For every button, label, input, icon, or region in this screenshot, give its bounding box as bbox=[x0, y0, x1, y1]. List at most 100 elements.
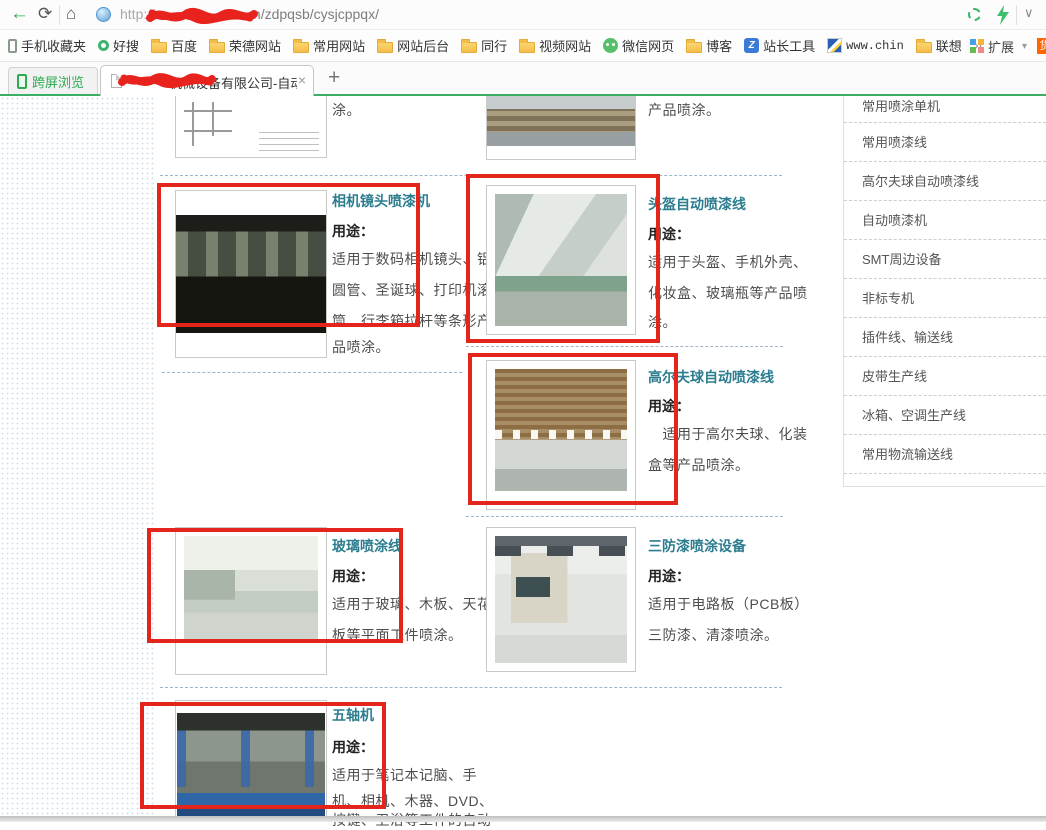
bookmark-wechat-web[interactable]: 微信网页 bbox=[603, 36, 674, 55]
cross-screen-label: 跨屏浏览 bbox=[32, 72, 84, 91]
sidebar-item-auto-paint-machines[interactable]: 自动喷漆机 bbox=[844, 201, 1046, 240]
folder-icon bbox=[377, 42, 393, 53]
bookmark-folder-common-sites[interactable]: 常用网站 bbox=[293, 36, 365, 55]
chevron-down-icon[interactable]: ∨ bbox=[1024, 5, 1034, 21]
site-favicon bbox=[827, 38, 842, 53]
folder-icon bbox=[519, 42, 535, 53]
bookmark-folder-video-sites[interactable]: 视频网站 bbox=[519, 36, 591, 55]
bookmark-label: 网站后台 bbox=[397, 36, 449, 55]
refresh-icon[interactable]: ⟳ bbox=[38, 4, 52, 24]
toolbar-divider bbox=[59, 5, 60, 25]
row-separator bbox=[160, 687, 782, 688]
product-title-link[interactable]: 头盔自动喷漆线 bbox=[648, 194, 746, 214]
speed-mode-icon[interactable] bbox=[996, 5, 1010, 25]
extensions-dropdown-arrow[interactable]: ▾ bbox=[1022, 41, 1027, 52]
new-tab-button[interactable]: + bbox=[328, 66, 340, 90]
bookmark-label: 微信网页 bbox=[622, 36, 674, 55]
sidebar-item-smt-peripherals[interactable]: SMT周边设备 bbox=[844, 240, 1046, 279]
sidebar-item-golf-ball-lines[interactable]: 高尔夫球自动喷漆线 bbox=[844, 162, 1046, 201]
extensions-grid-icon[interactable] bbox=[970, 39, 984, 53]
row-separator bbox=[466, 346, 783, 347]
partial-description: 产品喷涂。 bbox=[648, 100, 721, 120]
bookmark-folder-site-admin[interactable]: 网站后台 bbox=[377, 36, 449, 55]
product-description-line: 适用于电路板（PCB板） bbox=[648, 594, 809, 614]
sidebar-item-custom-machines[interactable]: 非标专机 bbox=[844, 279, 1046, 318]
haosou-ring-icon bbox=[98, 40, 109, 51]
bookmark-folder-rongde[interactable]: 荣德网站 bbox=[209, 36, 281, 55]
product-title-link[interactable]: 三防漆喷涂设备 bbox=[648, 536, 746, 556]
phone-cast-icon bbox=[17, 74, 27, 89]
folder-icon bbox=[916, 42, 932, 53]
sidebar-item-insert-conveyor-lines[interactable]: 插件线、输送线 bbox=[844, 318, 1046, 357]
sidebar-item-fridge-ac-lines[interactable]: 冰箱、空调生产线 bbox=[844, 396, 1046, 435]
url-redaction-scribble bbox=[146, 5, 258, 27]
back-icon[interactable]: ← bbox=[10, 3, 29, 25]
equipment-photo[interactable] bbox=[487, 96, 635, 146]
sidebar-item-logistics-conveyor-lines[interactable]: 常用物流输送线 bbox=[844, 435, 1046, 474]
folder-icon bbox=[151, 42, 167, 53]
folder-icon bbox=[209, 42, 225, 53]
red-annotation-box bbox=[466, 174, 660, 343]
product-image-frame bbox=[486, 96, 636, 160]
bookmark-webmaster-tools[interactable]: Z 站长工具 bbox=[744, 36, 815, 55]
red-annotation-box bbox=[147, 528, 403, 643]
partial-description: 涂。 bbox=[332, 100, 361, 120]
folder-icon bbox=[686, 42, 702, 53]
phone-icon bbox=[8, 39, 17, 53]
red-annotation-box bbox=[140, 702, 386, 809]
bookmark-label: 手机收藏夹 bbox=[21, 36, 86, 55]
product-description-line: 适用于头盔、手机外壳、 bbox=[648, 252, 808, 272]
pcb-coating-photo[interactable] bbox=[495, 536, 627, 663]
folder-icon bbox=[461, 42, 477, 53]
tab-title-redaction-scribble bbox=[118, 70, 216, 91]
home-icon[interactable]: ⌂ bbox=[66, 4, 76, 24]
category-sidebar: 常用喷涂单机 常用喷漆线 高尔夫球自动喷漆线 自动喷漆机 SMT周边设备 非标专… bbox=[843, 96, 1046, 487]
sidebar-item-spray-single-machines[interactable]: 常用喷涂单机 bbox=[844, 96, 1046, 123]
promo-badge[interactable]: 货 bbox=[1037, 38, 1046, 54]
cross-screen-browse-button[interactable]: 跨屏浏览 bbox=[8, 67, 98, 95]
site-globe-icon[interactable] bbox=[96, 7, 111, 22]
bookmark-folder-blog[interactable]: 博客 bbox=[686, 36, 732, 55]
bookmark-folder-peers[interactable]: 同行 bbox=[461, 36, 507, 55]
capture-icon[interactable] bbox=[968, 8, 981, 21]
bookmarks-bar: 手机收藏夹 好搜 百度 荣德网站 常用网站 网站后台 同行 视频网站 微信网页 … bbox=[0, 30, 1046, 62]
webmaster-tools-icon: Z bbox=[744, 38, 759, 53]
bookmark-label: 博客 bbox=[706, 36, 732, 55]
grid-square bbox=[978, 39, 984, 45]
url-path: m/zdpqsb/cysjcppqx/ bbox=[249, 6, 379, 22]
sidebar-item-paint-lines[interactable]: 常用喷漆线 bbox=[844, 123, 1046, 162]
product-description-line: 化妆盒、玻璃瓶等产品喷 bbox=[648, 283, 808, 303]
bookmark-label: 好搜 bbox=[113, 36, 139, 55]
toolbar-divider bbox=[1016, 5, 1017, 25]
bookmark-label: 荣德网站 bbox=[229, 36, 281, 55]
row-separator bbox=[466, 516, 783, 517]
wechat-icon bbox=[603, 38, 618, 53]
bookmark-label: 视频网站 bbox=[539, 36, 591, 55]
extensions-label[interactable]: 扩展 bbox=[988, 37, 1014, 56]
grid-square bbox=[970, 39, 976, 45]
bookmark-label: 常用网站 bbox=[313, 36, 365, 55]
grid-square bbox=[978, 47, 984, 53]
product-description-line: 三防漆、清漆喷涂。 bbox=[648, 625, 779, 645]
bookmark-folder-baidu[interactable]: 百度 bbox=[151, 36, 197, 55]
bookmark-haosou[interactable]: 好搜 bbox=[98, 36, 139, 55]
technical-drawing-image[interactable] bbox=[176, 96, 326, 156]
bookmark-phone-favorites[interactable]: 手机收藏夹 bbox=[8, 36, 86, 55]
grid-square bbox=[970, 47, 976, 53]
tab-close-icon[interactable]: × bbox=[298, 72, 306, 88]
folder-icon bbox=[293, 42, 309, 53]
bookmark-label: 百度 bbox=[171, 36, 197, 55]
row-separator bbox=[162, 372, 462, 373]
usage-label: 用途： bbox=[648, 566, 690, 586]
product-image-frame bbox=[175, 96, 327, 158]
bookmark-label: 站长工具 bbox=[763, 36, 815, 55]
more-dots-icon[interactable]: ⋮ bbox=[945, 38, 958, 54]
bookmark-label: 同行 bbox=[481, 36, 507, 55]
sidebar-item-belt-production-lines[interactable]: 皮带生产线 bbox=[844, 357, 1046, 396]
product-image-frame bbox=[486, 527, 636, 672]
red-annotation-box bbox=[468, 353, 678, 505]
product-description-line: 品喷涂。 bbox=[332, 337, 390, 357]
bookmarks-right-cluster: ⋮ 扩展 ▾ 货 bbox=[945, 30, 1046, 62]
bookmark-www-chin[interactable]: www.chin bbox=[827, 38, 904, 53]
window-bottom-edge bbox=[0, 816, 1046, 822]
